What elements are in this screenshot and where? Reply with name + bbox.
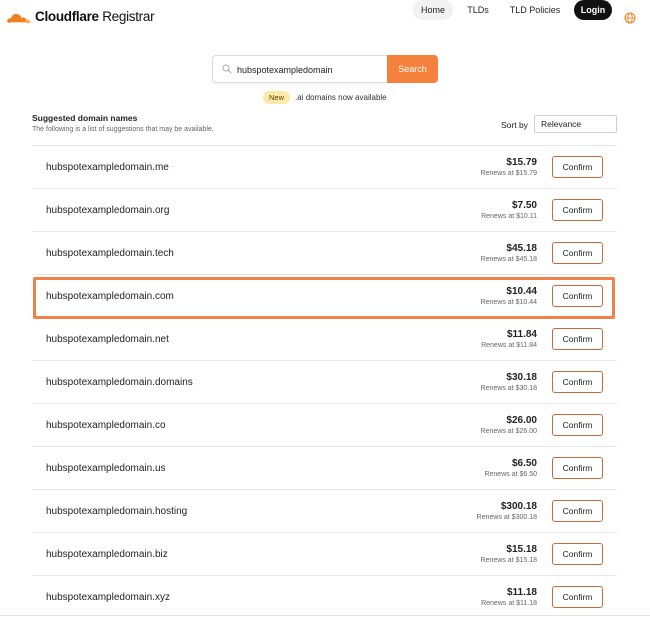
renewal-price: Renews at $15.79: [480, 170, 537, 177]
suggestions-title: Suggested domain names: [32, 113, 138, 123]
domain-name: hubspotexampledomain.net: [46, 334, 169, 345]
domain-row: hubspotexampledomain.co $26.00 Renews at…: [32, 403, 617, 446]
renewal-price: Renews at $10.44: [480, 299, 537, 306]
confirm-button[interactable]: Confirm: [552, 457, 603, 479]
domain-name: hubspotexampledomain.co: [46, 420, 166, 431]
confirm-button[interactable]: Confirm: [552, 156, 603, 178]
brand-regular: Registrar: [98, 9, 155, 24]
renewal-price: Renews at $6.50: [484, 471, 537, 478]
login-button[interactable]: Login: [574, 0, 612, 20]
domain-row: hubspotexampledomain.us $6.50 Renews at …: [32, 446, 617, 489]
domain-name: hubspotexampledomain.xyz: [46, 592, 170, 603]
domain-search: Search: [212, 55, 438, 83]
sort-select[interactable]: Relevance: [534, 115, 617, 133]
renewal-price: Renews at $30.18: [480, 385, 537, 392]
domain-row: hubspotexampledomain.net $11.84 Renews a…: [32, 317, 617, 360]
domain-name: hubspotexampledomain.org: [46, 205, 170, 216]
domain-price: $45.18: [506, 243, 537, 254]
confirm-button[interactable]: Confirm: [552, 371, 603, 393]
new-badge: New: [263, 91, 291, 104]
domain-price: $15.79: [506, 157, 537, 168]
domain-row-highlighted: hubspotexampledomain.com $10.44 Renews a…: [32, 274, 617, 317]
domain-name: hubspotexampledomain.com: [46, 291, 174, 302]
domain-price: $15.18: [506, 544, 537, 555]
domain-name: hubspotexampledomain.us: [46, 463, 166, 474]
search-input[interactable]: [237, 62, 385, 78]
domain-row: hubspotexampledomain.domains $30.18 Rene…: [32, 360, 617, 403]
globe-icon[interactable]: [624, 12, 636, 24]
confirm-button[interactable]: Confirm: [552, 414, 603, 436]
brand-name: Cloudflare Registrar: [35, 9, 155, 24]
domain-price: $30.18: [506, 372, 537, 383]
confirm-button[interactable]: Confirm: [552, 500, 603, 522]
brand-bold: Cloudflare: [35, 9, 99, 24]
search-box[interactable]: [212, 55, 388, 83]
domain-price: $300.18: [500, 501, 537, 512]
domain-name: hubspotexampledomain.hosting: [46, 506, 188, 517]
cloudflare-registrar-logo[interactable]: Cloudflare Registrar: [6, 9, 155, 24]
domain-row: hubspotexampledomain.me $15.79 Renews at…: [32, 145, 617, 188]
cloudflare-cloud-logo-icon: [7, 13, 31, 23]
nav-tlds-button[interactable]: TLDs: [462, 0, 494, 20]
nav-tld-policies-button[interactable]: TLD Policies: [505, 0, 565, 20]
domain-name: hubspotexampledomain.domains: [46, 377, 193, 388]
renewal-price: Renews at $11.18: [481, 600, 537, 607]
top-header: Cloudflare Registrar Home TLDs TLD Polic…: [0, 0, 650, 36]
domain-price: $6.50: [511, 458, 537, 469]
sort-label: Sort by: [501, 120, 528, 130]
nav-home-button[interactable]: Home: [413, 0, 453, 20]
domain-price: $7.50: [511, 200, 537, 211]
domain-row: hubspotexampledomain.biz $15.18 Renews a…: [32, 532, 617, 575]
domain-price: $10.44: [506, 286, 537, 297]
renewal-price: Renews at $300.18: [476, 514, 537, 521]
confirm-button[interactable]: Confirm: [552, 328, 603, 350]
renewal-price: Renews at $10.11: [481, 213, 537, 220]
renewal-price: Renews at $15.18: [480, 557, 537, 564]
announcement-text[interactable]: .ai domains now available: [295, 93, 387, 102]
search-button[interactable]: Search: [387, 55, 438, 83]
domain-price: $11.84: [506, 329, 537, 340]
domain-name: hubspotexampledomain.me: [46, 162, 169, 173]
domain-name: hubspotexampledomain.biz: [46, 549, 168, 560]
renewal-price: Renews at $11.84: [481, 342, 537, 349]
renewal-price: Renews at $45.18: [480, 256, 537, 263]
confirm-button[interactable]: Confirm: [552, 199, 603, 221]
confirm-button[interactable]: Confirm: [552, 285, 603, 307]
suggestions-subtitle: The following is a list of suggestions t…: [32, 126, 214, 133]
domain-price: $11.18: [506, 587, 537, 598]
domain-row: hubspotexampledomain.org $7.50 Renews at…: [32, 188, 617, 231]
search-icon: [222, 64, 232, 74]
confirm-button[interactable]: Confirm: [552, 543, 603, 565]
renewal-price: Renews at $26.00: [480, 428, 537, 435]
domain-price: $26.00: [506, 415, 537, 426]
announcement: New .ai domains now available: [263, 91, 387, 104]
domain-row: hubspotexampledomain.xyz $11.18 Renews a…: [32, 575, 617, 617]
confirm-button[interactable]: Confirm: [552, 242, 603, 264]
bottom-divider: [0, 615, 650, 616]
domain-name: hubspotexampledomain.tech: [46, 248, 174, 259]
domain-row: hubspotexampledomain.hosting $300.18 Ren…: [32, 489, 617, 532]
domain-row: hubspotexampledomain.tech $45.18 Renews …: [32, 231, 617, 274]
confirm-button[interactable]: Confirm: [552, 586, 603, 608]
